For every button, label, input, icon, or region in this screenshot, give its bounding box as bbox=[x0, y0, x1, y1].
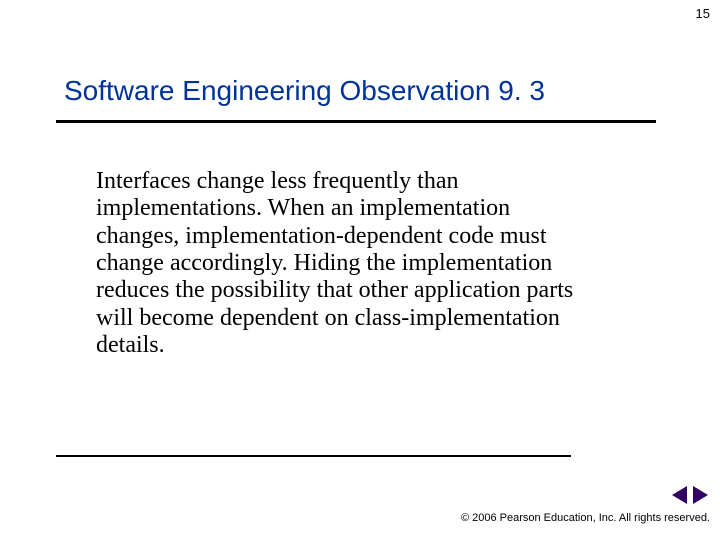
prev-slide-icon[interactable] bbox=[672, 486, 687, 504]
slide-nav bbox=[672, 486, 708, 504]
bottom-divider bbox=[56, 455, 571, 457]
body-text: Interfaces change less frequently than i… bbox=[96, 168, 596, 360]
page-number: 15 bbox=[696, 6, 710, 21]
slide-title: Software Engineering Observation 9. 3 bbox=[64, 75, 545, 107]
next-slide-icon[interactable] bbox=[693, 486, 708, 504]
title-divider bbox=[56, 120, 656, 123]
copyright-text: © 2006 Pearson Education, Inc. All right… bbox=[461, 512, 710, 524]
